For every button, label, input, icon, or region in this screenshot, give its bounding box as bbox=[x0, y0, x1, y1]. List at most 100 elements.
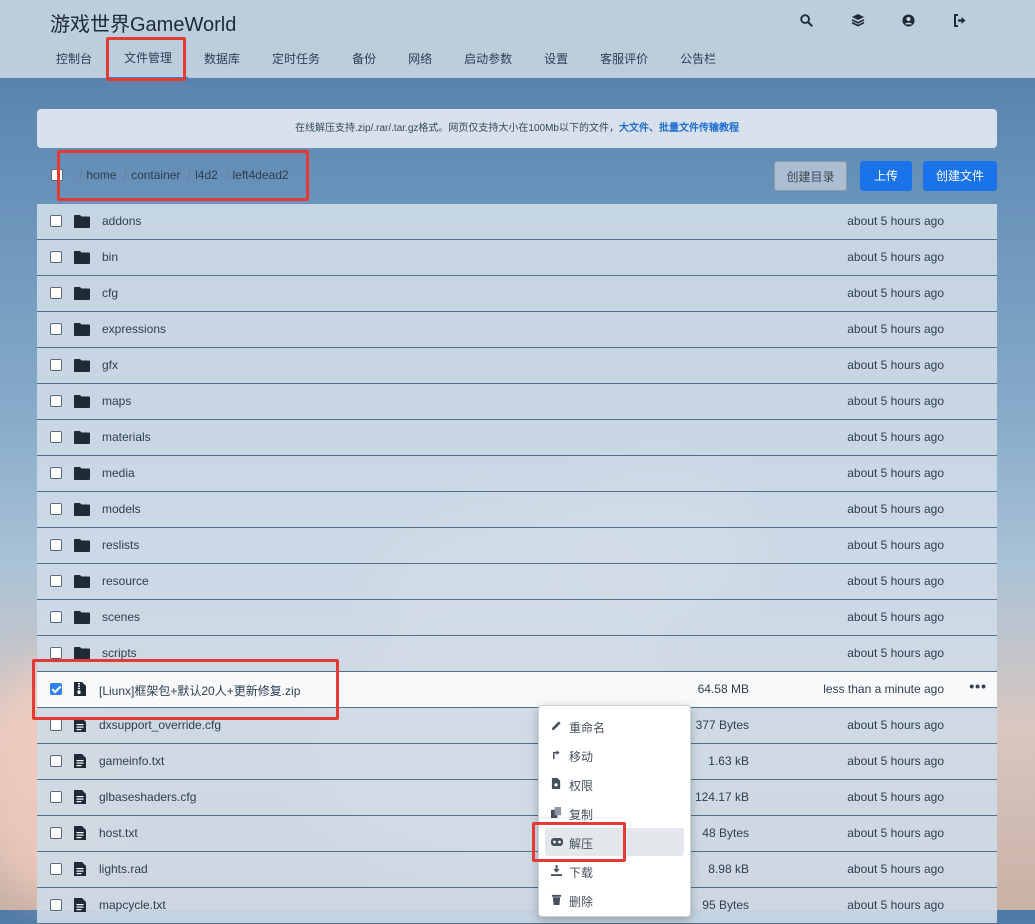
file-row[interactable]: bin about 5 hours ago bbox=[37, 240, 997, 276]
file-name[interactable]: materials bbox=[102, 430, 151, 444]
file-name[interactable]: models bbox=[102, 502, 141, 516]
file-name[interactable]: expressions bbox=[102, 322, 166, 336]
search-icon[interactable] bbox=[781, 10, 832, 30]
logout-icon[interactable] bbox=[934, 10, 985, 30]
nav-database[interactable]: 数据库 bbox=[188, 41, 256, 77]
context-menu: 重命名 移动 权限 复制 解压 下载 删除 bbox=[538, 705, 691, 917]
file-row[interactable]: cfg about 5 hours ago bbox=[37, 276, 997, 312]
create-directory-button[interactable]: 创建目录 bbox=[774, 161, 847, 191]
file-name[interactable]: glbaseshaders.cfg bbox=[99, 790, 196, 804]
file-name[interactable]: maps bbox=[102, 394, 131, 408]
nav-backup[interactable]: 备份 bbox=[336, 41, 392, 77]
file-name[interactable]: reslists bbox=[102, 538, 139, 552]
file-name[interactable]: gameinfo.txt bbox=[99, 754, 164, 768]
nav-scheduled-tasks[interactable]: 定时任务 bbox=[256, 41, 336, 77]
file-row[interactable]: models about 5 hours ago bbox=[37, 492, 997, 528]
file-name[interactable]: addons bbox=[102, 214, 141, 228]
breadcrumb: / home / container / l4d2 /left4dead2 bbox=[79, 168, 289, 182]
nav-customer-review[interactable]: 客服评价 bbox=[584, 41, 664, 77]
user-icon[interactable] bbox=[883, 10, 934, 30]
file-name[interactable]: bin bbox=[102, 250, 118, 264]
breadcrumb-home[interactable]: home bbox=[86, 168, 116, 182]
file-row[interactable]: maps about 5 hours ago bbox=[37, 384, 997, 420]
file-row-checkbox[interactable] bbox=[50, 827, 62, 839]
file-row-checkbox[interactable] bbox=[50, 863, 62, 875]
upload-button[interactable]: 上传 bbox=[860, 161, 912, 191]
file-row[interactable]: resource about 5 hours ago bbox=[37, 564, 997, 600]
context-menu-item[interactable]: 移动 bbox=[545, 741, 684, 769]
context-menu-item[interactable]: 复制 bbox=[545, 799, 684, 827]
file-row-checkbox[interactable] bbox=[50, 683, 62, 695]
file-row-checkbox[interactable] bbox=[50, 503, 62, 515]
breadcrumb-container[interactable]: container bbox=[131, 168, 180, 182]
file-modified-time: about 5 hours ago bbox=[847, 862, 944, 876]
file-row-checkbox[interactable] bbox=[50, 611, 62, 623]
file-name[interactable]: host.txt bbox=[99, 826, 138, 840]
file-row[interactable]: reslists about 5 hours ago bbox=[37, 528, 997, 564]
file-row-checkbox[interactable] bbox=[50, 899, 62, 911]
file-icon bbox=[74, 718, 90, 732]
file-modified-time: about 5 hours ago bbox=[847, 610, 944, 624]
file-modified-time: about 5 hours ago bbox=[847, 502, 944, 516]
context-menu-item[interactable]: 下载 bbox=[545, 857, 684, 885]
file-name[interactable]: cfg bbox=[102, 286, 118, 300]
file-row-checkbox[interactable] bbox=[50, 647, 62, 659]
context-menu-item[interactable]: 解压 bbox=[545, 828, 684, 856]
file-name[interactable]: dxsupport_override.cfg bbox=[99, 718, 221, 732]
file-row-checkbox[interactable] bbox=[50, 719, 62, 731]
breadcrumb-l4d2[interactable]: l4d2 bbox=[195, 168, 218, 182]
pencil-icon bbox=[551, 720, 563, 732]
more-actions-icon[interactable]: ••• bbox=[969, 678, 987, 694]
nav-announcements[interactable]: 公告栏 bbox=[664, 41, 732, 77]
nav-console[interactable]: 控制台 bbox=[40, 41, 108, 77]
select-all-checkbox[interactable] bbox=[51, 169, 63, 181]
context-menu-item[interactable]: 重命名 bbox=[545, 712, 684, 740]
file-row[interactable]: lights.rad 8.98 kB about 5 hours ago bbox=[37, 852, 997, 888]
file-modified-time: about 5 hours ago bbox=[847, 538, 944, 552]
file-name[interactable]: scripts bbox=[102, 646, 137, 660]
nav-network[interactable]: 网络 bbox=[392, 41, 448, 77]
file-row[interactable]: mapcycle.txt 95 Bytes about 5 hours ago bbox=[37, 888, 997, 924]
layers-icon[interactable] bbox=[832, 10, 883, 30]
file-name[interactable]: resource bbox=[102, 574, 149, 588]
file-row[interactable]: media about 5 hours ago bbox=[37, 456, 997, 492]
file-row-checkbox[interactable] bbox=[50, 467, 62, 479]
file-name[interactable]: scenes bbox=[102, 610, 140, 624]
file-row[interactable]: host.txt 48 Bytes about 5 hours ago bbox=[37, 816, 997, 852]
file-row[interactable]: addons about 5 hours ago bbox=[37, 204, 997, 240]
file-name[interactable]: lights.rad bbox=[99, 862, 148, 876]
file-row-checkbox[interactable] bbox=[50, 323, 62, 335]
nav-file-manager[interactable]: 文件管理 bbox=[108, 41, 189, 80]
breadcrumb-left4dead2[interactable]: left4dead2 bbox=[233, 168, 289, 182]
file-row-checkbox[interactable] bbox=[50, 791, 62, 803]
file-row[interactable]: [Liunx]框架包+默认20人+更新修复.zip 64.58 MB less th… bbox=[37, 672, 997, 708]
file-row-checkbox[interactable] bbox=[50, 395, 62, 407]
transfer-tutorial-link[interactable]: 大文件、批量文件传输教程 bbox=[619, 123, 739, 134]
file-row-checkbox[interactable] bbox=[50, 251, 62, 263]
file-row-checkbox[interactable] bbox=[50, 539, 62, 551]
file-row-checkbox[interactable] bbox=[50, 287, 62, 299]
file-row-checkbox[interactable] bbox=[50, 359, 62, 371]
folder-icon bbox=[74, 250, 90, 264]
nav-startup-params[interactable]: 启动参数 bbox=[448, 41, 528, 77]
create-file-button[interactable]: 创建文件 bbox=[923, 161, 997, 191]
file-name[interactable]: gfx bbox=[102, 358, 118, 372]
file-name[interactable]: [Liunx]框架包+默认20人+更新修复.zip bbox=[99, 682, 300, 699]
file-row[interactable]: scripts about 5 hours ago bbox=[37, 636, 997, 672]
file-row-checkbox[interactable] bbox=[50, 431, 62, 443]
file-row[interactable]: gameinfo.txt 1.63 kB about 5 hours ago bbox=[37, 744, 997, 780]
nav-settings[interactable]: 设置 bbox=[528, 41, 584, 77]
file-row[interactable]: expressions about 5 hours ago bbox=[37, 312, 997, 348]
folder-icon bbox=[74, 466, 90, 480]
context-menu-item[interactable]: 权限 bbox=[545, 770, 684, 798]
file-row[interactable]: glbaseshaders.cfg 124.17 kB about 5 hours … bbox=[37, 780, 997, 816]
file-row[interactable]: gfx about 5 hours ago bbox=[37, 348, 997, 384]
file-row-checkbox[interactable] bbox=[50, 575, 62, 587]
file-row-checkbox[interactable] bbox=[50, 755, 62, 767]
context-menu-label: 权限 bbox=[569, 779, 594, 793]
file-row[interactable]: dxsupport_override.cfg 377 Bytes about 5 h… bbox=[37, 708, 997, 744]
file-row[interactable]: scenes about 5 hours ago bbox=[37, 600, 997, 636]
file-name[interactable]: media bbox=[102, 466, 135, 480]
file-row-checkbox[interactable] bbox=[50, 215, 62, 227]
file-row[interactable]: materials about 5 hours ago bbox=[37, 420, 997, 456]
